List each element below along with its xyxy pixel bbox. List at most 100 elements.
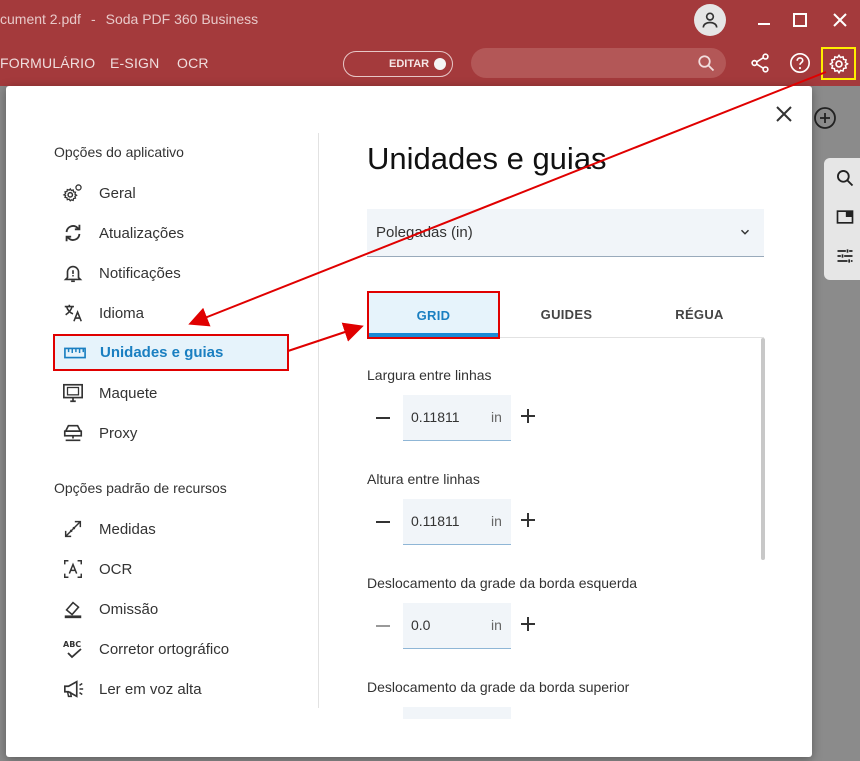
nav-label: Corretor ortográfico <box>99 640 230 658</box>
menu-esign[interactable]: E-SIGN <box>110 55 159 71</box>
share-icon[interactable] <box>749 52 771 74</box>
minimize-button[interactable] <box>752 8 776 32</box>
gear-icon <box>828 53 849 74</box>
zoom-search-icon[interactable] <box>835 168 855 188</box>
settings-nav: Opções do aplicativo Geral Atualizações … <box>6 86 318 757</box>
input-value: 0.11811 <box>411 409 460 425</box>
tab-regua[interactable]: RÉGUA <box>633 291 766 338</box>
input-unit: in <box>491 513 502 529</box>
input-unit: in <box>491 409 502 425</box>
deslocamento-superior-input[interactable] <box>403 707 511 719</box>
plus-icon <box>521 409 535 423</box>
field-label-largura: Largura entre linhas <box>367 367 492 383</box>
app-title: Soda PDF 360 Business <box>105 11 259 27</box>
nav-label: Idioma <box>99 304 145 322</box>
minimize-icon <box>758 23 770 25</box>
tab-bar: GRID GUIDES RÉGUA <box>367 291 766 339</box>
input-unit: in <box>491 617 502 633</box>
sync-icon <box>54 215 90 251</box>
field-label-altura: Altura entre linhas <box>367 471 480 487</box>
window-close-button[interactable] <box>828 8 852 32</box>
chevron-down-icon <box>740 229 750 235</box>
nav-item-proxy[interactable]: Proxy <box>54 415 288 451</box>
svg-text:ABC: ABC <box>63 640 81 649</box>
edit-toggle[interactable]: EDITAR <box>343 51 453 77</box>
unit-select-value: Polegadas (in) <box>376 224 473 241</box>
field-label-deslocamento-esquerda: Deslocamento da grade da borda esquerda <box>367 575 638 591</box>
spellcheck-icon: ABC <box>54 631 90 667</box>
toggle-knob <box>434 58 446 70</box>
input-value: 0.11811 <box>411 513 460 529</box>
minus-icon <box>376 417 390 419</box>
tune-icon[interactable] <box>835 246 855 266</box>
nav-label: Omissão <box>99 600 159 618</box>
plus-icon <box>521 617 535 631</box>
user-icon <box>702 12 718 28</box>
nav-item-ocr[interactable]: OCR <box>54 551 288 587</box>
eraser-icon <box>54 591 90 627</box>
nav-item-ler-em-voz-alta[interactable]: Ler em voz alta <box>54 671 288 707</box>
title-bar: cument 2.pdf - Soda PDF 360 Business <box>0 0 860 40</box>
maximize-icon <box>793 13 807 27</box>
increment-button[interactable] <box>520 408 540 428</box>
measure-icon <box>54 511 90 547</box>
panel-icon[interactable] <box>835 207 855 227</box>
increment-button[interactable] <box>520 512 540 532</box>
plus-icon <box>521 513 535 527</box>
app-options-heading: Opções do aplicativo <box>54 144 184 160</box>
tab-guides[interactable]: GUIDES <box>500 291 633 338</box>
nav-item-atualizacoes[interactable]: Atualizações <box>54 215 288 251</box>
field-label-deslocamento-superior: Deslocamento da grade da borda superior <box>367 679 630 695</box>
nav-label: Atualizações <box>99 224 185 242</box>
nav-label: Proxy <box>99 424 138 442</box>
largura-input[interactable]: 0.11811 in <box>403 395 511 441</box>
ruler-icon <box>55 335 91 371</box>
nav-label: Notificações <box>99 264 181 282</box>
nav-item-idioma[interactable]: Idioma <box>54 295 288 331</box>
translate-icon <box>54 295 90 331</box>
search-icon <box>698 55 715 72</box>
gear-icon <box>54 175 90 211</box>
bell-icon <box>54 255 90 291</box>
menu-formulario[interactable]: FORMULÁRIO <box>0 55 95 71</box>
nav-label: Ler em voz alta <box>99 680 202 698</box>
edit-toggle-label: EDITAR <box>389 58 430 70</box>
unit-select[interactable]: Polegadas (in) <box>367 209 764 257</box>
side-toolbar <box>824 158 860 280</box>
search-input[interactable] <box>471 48 726 78</box>
nav-item-corretor[interactable]: ABC Corretor ortográfico <box>54 631 288 667</box>
deslocamento-esquerda-input[interactable]: 0.0 in <box>403 603 511 649</box>
maximize-button[interactable] <box>788 8 812 32</box>
help-icon[interactable] <box>789 52 811 74</box>
altura-input[interactable]: 0.11811 in <box>403 499 511 545</box>
title-separator: - <box>90 11 96 27</box>
nav-label: OCR <box>99 560 133 578</box>
decrement-button[interactable] <box>375 616 395 636</box>
nav-item-medidas[interactable]: Medidas <box>54 511 288 547</box>
settings-dialog: Opções do aplicativo Geral Atualizações … <box>6 86 812 757</box>
account-avatar[interactable] <box>694 4 726 36</box>
add-circle-icon[interactable] <box>813 106 837 130</box>
tab-grid[interactable]: GRID <box>367 291 500 339</box>
nav-item-omissao[interactable]: Omissão <box>54 591 288 627</box>
decrement-button[interactable] <box>375 512 395 532</box>
ocr-icon <box>54 551 90 587</box>
scrollbar[interactable] <box>761 338 765 560</box>
nav-label: Geral <box>99 184 136 202</box>
page-title: Unidades e guias <box>367 141 607 176</box>
nav-item-unidades-e-guias[interactable]: Unidades e guias <box>53 334 289 371</box>
settings-button[interactable] <box>821 47 856 80</box>
window-title: cument 2.pdf - Soda PDF 360 Business <box>0 11 258 27</box>
menu-ocr[interactable]: OCR <box>177 55 209 71</box>
settings-content: Unidades e guias Polegadas (in) GRID GUI… <box>318 86 812 757</box>
input-value: 0.0 <box>411 617 431 633</box>
increment-button[interactable] <box>520 616 540 636</box>
nav-item-maquete[interactable]: Maquete <box>54 375 288 411</box>
nav-item-geral[interactable]: Geral <box>54 175 288 211</box>
nav-label: Medidas <box>99 520 156 538</box>
nav-label: Maquete <box>99 384 158 402</box>
proxy-icon <box>54 415 90 451</box>
minus-icon <box>376 625 390 627</box>
decrement-button[interactable] <box>375 408 395 428</box>
nav-item-notificacoes[interactable]: Notificações <box>54 255 288 291</box>
